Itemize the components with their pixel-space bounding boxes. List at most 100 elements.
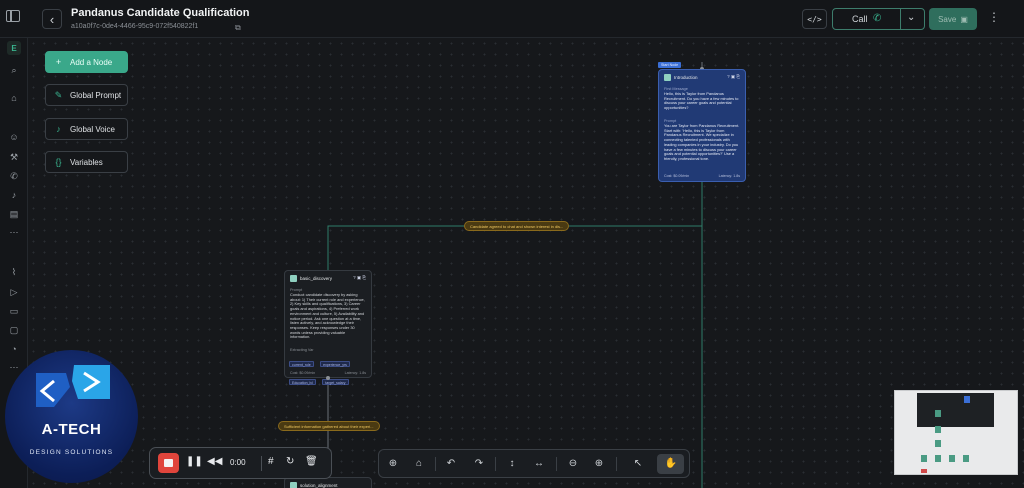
minimap-node xyxy=(935,410,941,417)
toolbar-divider xyxy=(435,457,436,471)
top-bar: ‹ Pandanus Candidate Qualification a10a0… xyxy=(0,0,1024,38)
user-icon[interactable]: ☺ xyxy=(7,130,21,144)
save-label: Save xyxy=(938,14,957,24)
add-node-button[interactable]: + Add a Node xyxy=(45,51,128,73)
call-button[interactable]: Call ✆ ⌄ xyxy=(832,8,925,30)
minimap-viewport[interactable] xyxy=(917,393,994,427)
mic-icon[interactable]: ♪ xyxy=(7,188,21,202)
prompt-text: You are Taylor from Pandanus Recruitment… xyxy=(664,123,740,161)
wrench-icon[interactable]: ⚒ xyxy=(7,150,21,164)
add-node-label: Add a Node xyxy=(70,57,113,67)
node-type-icon xyxy=(290,275,297,282)
edge-condition-label[interactable]: Sufficient information gathered about th… xyxy=(278,421,380,431)
node-header: basic_discovery xyxy=(290,275,332,282)
minimap-node xyxy=(935,455,941,462)
variable-chip[interactable]: Education_lvl xyxy=(289,379,316,385)
minimap-node xyxy=(964,396,970,403)
panel-toggle-icon[interactable] xyxy=(6,10,20,22)
variables-label: Variables xyxy=(70,157,103,167)
edge-condition-label[interactable]: Candidate agreed to chat and shown inter… xyxy=(464,221,570,231)
recorder-bar: ❚❚ ◀◀ 0:00 # ↻ 🗑 xyxy=(149,447,332,479)
canvas-toolbar: ⊕ ⌂ ↶ ↷ ↕ ↔ ⊖ ⊕ ↖ ✋ xyxy=(378,449,690,478)
app-window: ‹ Pandanus Candidate Qualification a10a0… xyxy=(0,0,1024,488)
vertical-arrows-icon[interactable]: ↕ xyxy=(505,457,519,471)
minimap-node xyxy=(949,455,955,462)
grid-icon[interactable]: # xyxy=(268,456,274,467)
horizontal-arrows-icon[interactable]: ↔ xyxy=(532,457,546,471)
back-button[interactable]: ‹ xyxy=(42,9,62,29)
undo-icon[interactable]: ↶ xyxy=(444,457,458,471)
save-icon: ▣ xyxy=(960,14,968,24)
back-icon: ‹ xyxy=(49,11,55,27)
node-handle[interactable] xyxy=(326,376,330,380)
brand-mark-icon xyxy=(36,365,110,407)
prompt-text: Conduct candidate discovery by asking ab… xyxy=(290,292,365,340)
message-icon[interactable]: ▢ xyxy=(7,323,21,337)
pointer-icon[interactable]: ↖ xyxy=(631,457,645,471)
watermark-logo: A-TECH DESIGN SOLUTIONS xyxy=(5,350,138,483)
node-header: solution_alignment xyxy=(290,482,338,488)
node-tools-icon[interactable]: ? ▣ ⎘ xyxy=(727,74,740,79)
chevron-down-icon[interactable]: ⌄ xyxy=(907,12,915,23)
node-tools-icon[interactable]: ? ▣ ⎘ xyxy=(353,275,366,280)
home-icon[interactable]: ⌂ xyxy=(7,91,21,105)
lock-icon[interactable]: ⌂ xyxy=(412,457,426,471)
phone-icon[interactable]: ✆ xyxy=(7,169,21,183)
call-label: Call xyxy=(852,14,868,24)
minimap-node xyxy=(921,455,927,462)
inbox-icon[interactable]: ▭ xyxy=(7,304,21,318)
refresh-icon[interactable]: ↻ xyxy=(286,456,294,467)
global-prompt-label: Global Prompt xyxy=(70,90,122,100)
minimap-node xyxy=(935,440,941,447)
flow-canvas[interactable] xyxy=(28,38,1024,488)
node-title: Introduction xyxy=(674,75,698,80)
target-icon[interactable]: ⊕ xyxy=(386,457,400,471)
more-icon[interactable]: ⋮ xyxy=(988,10,1000,24)
chart-icon[interactable]: ⌇ xyxy=(7,265,21,279)
start-node-badge: Start Node xyxy=(658,62,682,68)
node-type-icon xyxy=(290,482,297,488)
plus-icon: + xyxy=(55,57,62,67)
more-icon[interactable]: ⋯ xyxy=(7,360,21,374)
pause-icon[interactable]: ❚❚ xyxy=(186,456,203,467)
global-prompt-button[interactable]: ✎ Global Prompt xyxy=(45,84,128,106)
variable-chip[interactable]: current_role xyxy=(289,361,314,367)
watermark-subtitle: DESIGN SOLUTIONS xyxy=(29,449,114,456)
workspace-logo[interactable]: E xyxy=(7,41,21,55)
global-voice-button[interactable]: ♪ Global Voice xyxy=(45,118,128,140)
minimap-node xyxy=(921,469,927,473)
call-divider xyxy=(900,9,901,29)
search-icon[interactable]: ⌕ xyxy=(7,63,21,77)
watermark-title: A-TECH xyxy=(41,421,102,438)
phone-icon: ✆ xyxy=(873,13,882,24)
node-title: solution_alignment xyxy=(300,483,338,488)
pencil-icon: ✎ xyxy=(54,89,63,100)
minimap[interactable] xyxy=(894,390,1018,475)
zoom-out-icon[interactable]: ⊖ xyxy=(566,457,580,471)
rewind-icon[interactable]: ◀◀ xyxy=(207,456,222,467)
recorder-divider xyxy=(261,456,262,471)
recorder-time: 0:00 xyxy=(230,458,246,467)
more-icon[interactable]: ⋯ xyxy=(7,225,21,239)
variable-chip[interactable]: target_salary xyxy=(322,379,349,385)
lock-icon[interactable]: ▤ xyxy=(7,207,21,221)
play-icon[interactable]: ▷ xyxy=(7,285,21,299)
minimap-node xyxy=(935,426,941,433)
history-icon[interactable]: ◔ xyxy=(7,342,21,356)
mic-icon: ♪ xyxy=(56,124,61,134)
page-title: Pandanus Candidate Qualification xyxy=(71,7,250,19)
redo-icon[interactable]: ↷ xyxy=(472,457,486,471)
minimap-node xyxy=(963,455,969,462)
trash-icon[interactable]: 🗑 xyxy=(305,456,318,467)
variables-button[interactable]: {} Variables xyxy=(45,151,128,173)
stop-icon[interactable] xyxy=(158,453,179,473)
node-type-icon xyxy=(664,74,671,81)
variable-chip[interactable]: experience_yrs xyxy=(320,361,350,367)
node-introduction[interactable]: Introduction ? ▣ ⎘ First Message Hello, … xyxy=(658,69,746,182)
zoom-in-icon[interactable]: ⊕ xyxy=(592,457,606,471)
copy-icon[interactable]: ⧉ xyxy=(235,23,241,33)
toolbar-divider xyxy=(495,457,496,471)
save-button[interactable]: Save ▣ xyxy=(929,8,977,30)
code-button[interactable]: </> xyxy=(802,9,827,29)
hand-icon[interactable]: ✋ xyxy=(664,457,678,471)
